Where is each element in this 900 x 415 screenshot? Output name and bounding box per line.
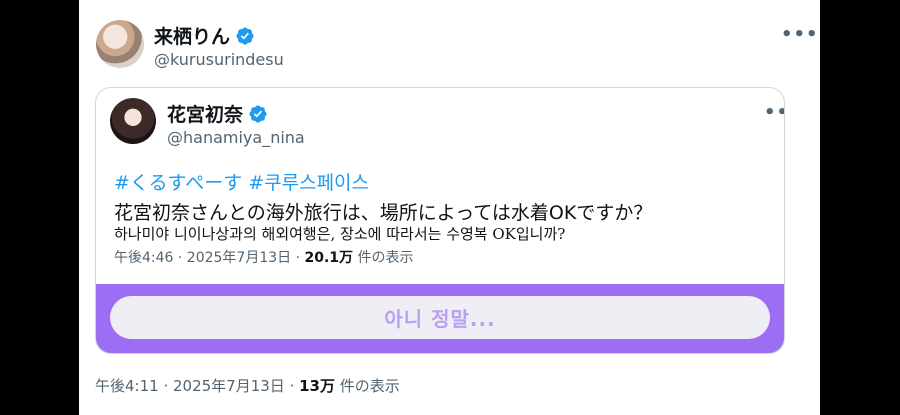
avatar[interactable] bbox=[110, 98, 156, 144]
quoted-name-row: 花宮初奈 bbox=[167, 100, 268, 127]
quoted-tweet-card[interactable]: 花宮初奈 @hanamiya_nina ••• #くるすぺーす #쿠루스페이스 … bbox=[95, 87, 785, 354]
hashtag-link[interactable]: #くるすぺーす bbox=[114, 168, 242, 195]
outer-tweet-header: 来栖りん @kurusurindesu ••• bbox=[96, 20, 818, 76]
verified-badge-icon bbox=[249, 104, 267, 123]
timestamp-link[interactable]: 午後4:46 · 2025年7月13日 · bbox=[114, 250, 305, 266]
outer-display-name[interactable]: 来栖りん bbox=[154, 22, 230, 49]
quoted-tweet-header: 花宮初奈 @hanamiya_nina ••• bbox=[96, 98, 784, 154]
subtitle-band: 아니 정말... bbox=[96, 284, 784, 353]
view-count: 20.1万 bbox=[304, 250, 354, 266]
quoted-tweet-meta: 午後4:46 · 2025年7月13日 · 20.1万 件の表示 bbox=[114, 247, 414, 267]
tweet-text-korean: 하나미야 니이나상과의 해외여행은, 장소에 따라서는 수영복 OK입니까? bbox=[114, 225, 566, 243]
outer-handle[interactable]: @kurusurindesu bbox=[154, 50, 284, 69]
more-options-icon[interactable]: ••• bbox=[781, 24, 819, 45]
left-letterbox bbox=[0, 0, 79, 415]
verified-badge-icon bbox=[236, 26, 254, 45]
view-count: 13万 bbox=[299, 377, 335, 395]
view-label: 件の表示 bbox=[353, 250, 414, 266]
avatar[interactable] bbox=[96, 20, 144, 68]
subtitle-pill: 아니 정말... bbox=[110, 296, 770, 339]
tweet-text-japanese: 花宮初奈さんとの海外旅行は、場所によっては水着OKですか？ bbox=[114, 202, 653, 224]
hashtag-link[interactable]: #쿠루스페이스 bbox=[248, 168, 369, 195]
quoted-handle[interactable]: @hanamiya_nina bbox=[167, 128, 305, 147]
more-options-icon[interactable]: ••• bbox=[764, 102, 784, 123]
right-letterbox bbox=[820, 0, 900, 415]
outer-tweet-meta: 午後4:11 · 2025年7月13日 · 13万 件の表示 bbox=[95, 375, 400, 396]
tweet-frame: 来栖りん @kurusurindesu ••• 花宮初奈 @hanamiya_n… bbox=[79, 0, 820, 415]
quoted-display-name[interactable]: 花宮初奈 bbox=[167, 100, 243, 127]
hashtag-list: #くるすぺーす #쿠루스페이스 bbox=[114, 168, 369, 195]
view-label: 件の表示 bbox=[334, 377, 400, 395]
timestamp-link[interactable]: 午後4:11 · 2025年7月13日 · bbox=[95, 377, 299, 395]
subtitle-text: 아니 정말... bbox=[384, 307, 496, 331]
outer-name-row: 来栖りん bbox=[154, 22, 255, 49]
